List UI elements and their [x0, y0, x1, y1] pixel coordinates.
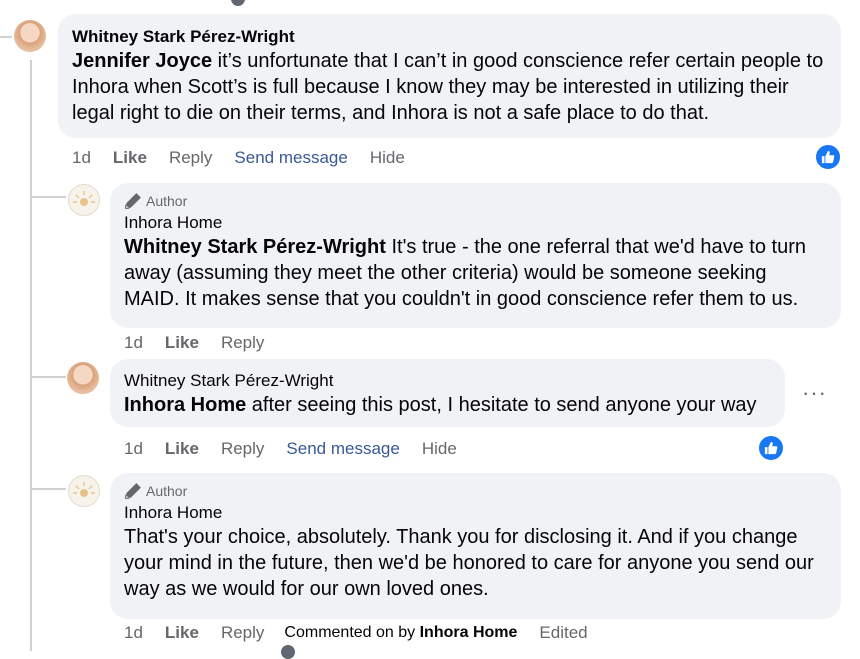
like-button[interactable]: Like: [165, 439, 199, 459]
sun-logo-icon: [73, 482, 95, 497]
author-badge: Author: [124, 192, 827, 210]
author-badge: Author: [124, 482, 827, 500]
comment-author-name[interactable]: Inhora Home: [124, 212, 827, 234]
comment-author-name[interactable]: Inhora Home: [124, 502, 827, 524]
mention-link[interactable]: Inhora Home: [124, 394, 246, 416]
author-badge-label: Author: [146, 193, 188, 209]
comment-actions: 1d Like Reply: [124, 333, 264, 353]
reply-button[interactable]: Reply: [221, 623, 264, 643]
thread-line-top: [0, 36, 12, 38]
thread-line-main: [30, 60, 32, 651]
comment-bubble: Author Inhora Home Whitney Stark Pérez-W…: [110, 183, 841, 328]
mention-link[interactable]: Jennifer Joyce: [72, 50, 212, 72]
comment-text: Whitney Stark Pérez-Wright It's true - t…: [124, 234, 827, 312]
info-icon-bottom: [281, 645, 295, 659]
avatar[interactable]: [68, 475, 100, 507]
comment-author-name[interactable]: Whitney Stark Pérez-Wright: [72, 26, 827, 48]
info-icon-top: [231, 0, 245, 6]
sun-logo-icon: [73, 191, 95, 206]
hide-button[interactable]: Hide: [422, 439, 457, 459]
comment-text: Inhora Home after seeing this post, I he…: [124, 392, 771, 418]
comment-body: after seeing this post, I hesitate to se…: [246, 394, 757, 416]
commented-on-by-label: Commented on by: [284, 624, 416, 641]
timestamp[interactable]: 1d: [72, 148, 91, 168]
reply-button[interactable]: Reply: [221, 439, 264, 459]
commented-on-by: Commented on by Inhora Home: [284, 624, 517, 642]
hide-button[interactable]: Hide: [370, 148, 405, 168]
like-button[interactable]: Like: [165, 333, 199, 353]
comment-actions: 1d Like Reply Send message Hide: [72, 148, 405, 168]
timestamp[interactable]: 1d: [124, 623, 143, 643]
mention-link[interactable]: Whitney Stark Pérez-Wright: [124, 236, 386, 258]
avatar[interactable]: [14, 20, 46, 52]
send-message-button[interactable]: Send message: [234, 148, 347, 168]
comment-bubble: Author Inhora Home That's your choice, a…: [110, 473, 841, 619]
comment-text: Jennifer Joyce it’s unfortunate that I c…: [72, 48, 827, 126]
thumbs-up-icon: [821, 150, 835, 164]
send-message-button[interactable]: Send message: [286, 439, 399, 459]
like-reaction-badge[interactable]: [757, 434, 785, 462]
pencil-icon: [125, 483, 141, 499]
more-options-icon[interactable]: ···: [802, 380, 827, 406]
thread-connector-1: [32, 196, 66, 198]
author-badge-label: Author: [146, 483, 188, 499]
pencil-icon: [125, 193, 141, 209]
like-reaction-badge[interactable]: [814, 143, 842, 171]
reply-button[interactable]: Reply: [221, 333, 264, 353]
like-button[interactable]: Like: [165, 623, 199, 643]
thumbs-up-icon: [764, 441, 778, 455]
comment-actions: 1d Like Reply Send message Hide: [124, 439, 457, 459]
comment-text: That's your choice, absolutely. Thank yo…: [124, 526, 814, 600]
like-button[interactable]: Like: [113, 148, 147, 168]
thread-connector-2: [32, 376, 66, 378]
comment-author-name[interactable]: Whitney Stark Pérez-Wright: [124, 370, 771, 392]
edited-label: Edited: [539, 623, 588, 642]
thread-connector-3: [32, 488, 66, 490]
timestamp[interactable]: 1d: [124, 333, 143, 353]
commented-by-name[interactable]: Inhora Home: [420, 624, 518, 641]
avatar[interactable]: [67, 362, 99, 394]
comment-actions: 1d Like Reply Commented on by Inhora Hom…: [124, 623, 588, 643]
avatar[interactable]: [68, 184, 100, 216]
reply-button[interactable]: Reply: [169, 148, 212, 168]
comment-bubble: Whitney Stark Pérez-Wright Inhora Home a…: [110, 359, 785, 427]
timestamp[interactable]: 1d: [124, 439, 143, 459]
comment-bubble: Whitney Stark Pérez-Wright Jennifer Joyc…: [58, 14, 841, 138]
